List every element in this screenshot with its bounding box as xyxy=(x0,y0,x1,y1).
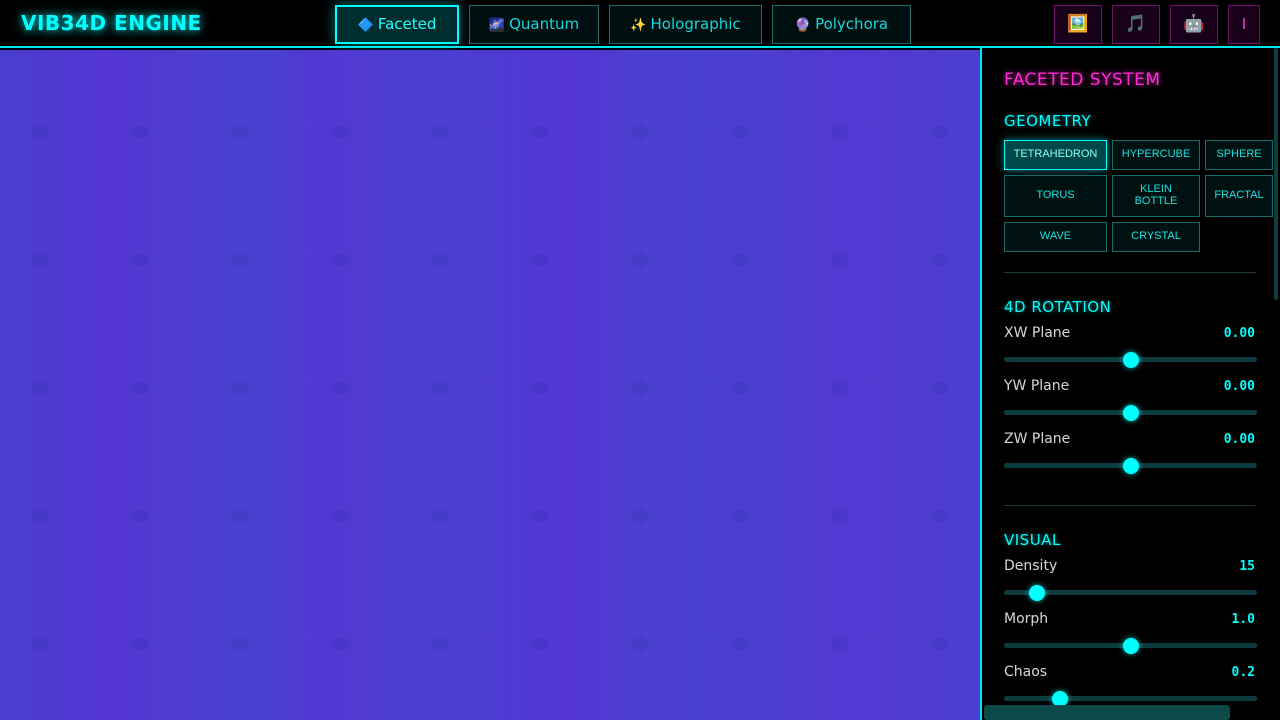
yw-plane-slider[interactable] xyxy=(1004,404,1257,421)
geometry-crystal-button[interactable]: CRYSTAL xyxy=(1112,222,1200,252)
xw-plane-label: XW Plane xyxy=(1004,325,1071,341)
galaxy-icon: 🌌 xyxy=(488,18,506,33)
chaos-label: Chaos xyxy=(1004,664,1048,680)
density-label: Density xyxy=(1004,558,1058,574)
ai-button[interactable]: 🤖 xyxy=(1170,5,1218,44)
slider-thumb[interactable] xyxy=(1122,404,1139,421)
tab-polychora[interactable]: 🔮 Polychora xyxy=(772,5,911,44)
density-slider[interactable] xyxy=(1004,584,1257,601)
section-divider xyxy=(1004,505,1256,506)
tab-holographic[interactable]: ✨ Holographic xyxy=(609,5,762,44)
sparkles-icon: ✨ xyxy=(630,18,647,33)
geometry-wave-button[interactable]: WAVE xyxy=(1004,222,1107,252)
geometry-sphere-button[interactable]: SPHERE xyxy=(1205,140,1273,170)
robot-icon: 🤖 xyxy=(1183,14,1205,34)
yw-plane-value: 0.00 xyxy=(1223,379,1255,394)
xw-plane-slider[interactable] xyxy=(1004,351,1257,368)
yw-plane-label: YW Plane xyxy=(1004,378,1070,394)
canvas-pattern xyxy=(0,50,980,720)
control-panel: FACETED SYSTEM GEOMETRY TETRAHEDRON HYPE… xyxy=(980,48,1280,720)
gallery-button[interactable]: 🖼️ xyxy=(1054,5,1102,44)
geometry-torus-button[interactable]: TORUS xyxy=(1004,175,1107,217)
visual-section-title: VISUAL xyxy=(1004,531,1061,549)
crystal-ball-icon: 🔮 xyxy=(794,18,812,33)
info-button[interactable]: I xyxy=(1228,5,1260,44)
zw-plane-value: 0.00 xyxy=(1223,432,1255,447)
tab-label: Quantum xyxy=(509,15,580,33)
slider-thumb[interactable] xyxy=(1122,457,1139,474)
info-icon: I xyxy=(1241,15,1247,33)
gallery-icon: 🖼️ xyxy=(1067,14,1089,34)
panel-vertical-scrollbar[interactable] xyxy=(1274,48,1278,300)
tab-quantum[interactable]: 🌌 Quantum xyxy=(469,5,599,44)
chaos-slider[interactable] xyxy=(1004,690,1257,707)
geometry-hypercube-button[interactable]: HYPERCUBE xyxy=(1112,140,1200,170)
visualizer-canvas[interactable] xyxy=(0,50,980,720)
panel-title: FACETED SYSTEM xyxy=(1004,70,1161,90)
diamond-icon: 🔷 xyxy=(357,18,374,33)
zw-plane-label: ZW Plane xyxy=(1004,431,1071,447)
panel-horizontal-scrollbar[interactable] xyxy=(984,705,1230,720)
geometry-fractal-button[interactable]: FRACTAL xyxy=(1205,175,1273,217)
slider-thumb[interactable] xyxy=(1122,637,1139,654)
rotation-section-title: 4D ROTATION xyxy=(1004,298,1112,316)
section-divider xyxy=(1004,272,1256,273)
slider-thumb[interactable] xyxy=(1122,351,1139,368)
geometry-klein-bottle-button[interactable]: KLEIN BOTTLE xyxy=(1112,175,1200,217)
density-value: 15 xyxy=(1239,559,1255,574)
tab-label: Faceted xyxy=(377,15,437,33)
music-icon: 🎵 xyxy=(1125,14,1147,34)
morph-value: 1.0 xyxy=(1231,612,1255,627)
tab-label: Holographic xyxy=(650,15,741,33)
tab-faceted[interactable]: 🔷 Faceted xyxy=(335,5,459,44)
geometry-section-title: GEOMETRY xyxy=(1004,112,1092,130)
chaos-value: 0.2 xyxy=(1231,665,1255,680)
audio-button[interactable]: 🎵 xyxy=(1112,5,1160,44)
tab-label: Polychora xyxy=(815,15,889,33)
morph-label: Morph xyxy=(1004,611,1049,627)
top-bar: VIB34D ENGINE 🔷 Faceted 🌌 Quantum ✨ Hologra… xyxy=(0,0,1280,48)
morph-slider[interactable] xyxy=(1004,637,1257,654)
zw-plane-slider[interactable] xyxy=(1004,457,1257,474)
app-logo: VIB34D ENGINE xyxy=(21,11,202,35)
geometry-tetrahedron-button[interactable]: TETRAHEDRON xyxy=(1004,140,1107,170)
slider-thumb[interactable] xyxy=(1028,584,1045,601)
xw-plane-value: 0.00 xyxy=(1223,326,1255,341)
